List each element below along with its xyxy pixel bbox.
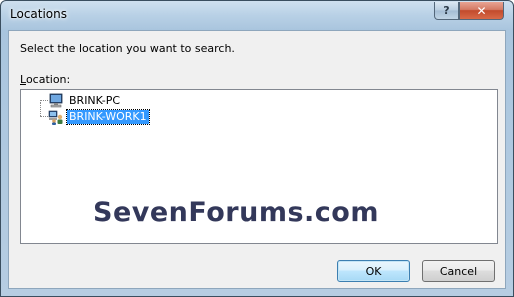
dialog-body: Select the location you want to search. … bbox=[8, 30, 506, 289]
close-button[interactable]: ✕ bbox=[459, 2, 504, 20]
tree-connector bbox=[40, 102, 41, 116]
window-title: Locations bbox=[10, 7, 68, 21]
tree-item-brink-work1[interactable]: BRINK-WORK1 bbox=[48, 109, 150, 125]
workgroup-icon bbox=[48, 110, 63, 125]
computer-icon bbox=[49, 93, 63, 108]
watermark: SevenForums.com bbox=[93, 197, 379, 228]
tree-connector bbox=[40, 100, 48, 101]
tree-item-label: BRINK-WORK1 bbox=[66, 109, 150, 125]
help-button[interactable]: ? bbox=[434, 2, 459, 20]
tree-item-brink-pc[interactable]: BRINK-PC bbox=[48, 93, 122, 109]
title-bar[interactable]: Locations ? ✕ bbox=[1, 1, 513, 30]
instruction-text: Select the location you want to search. bbox=[20, 42, 235, 55]
cancel-button[interactable]: Cancel bbox=[422, 260, 495, 282]
ok-button[interactable]: OK bbox=[337, 260, 410, 282]
location-label-text: ocation: bbox=[25, 73, 71, 86]
locations-dialog: Locations ? ✕ Select the location you wa… bbox=[0, 0, 514, 297]
location-label: Location: bbox=[20, 73, 70, 86]
close-icon: ✕ bbox=[476, 3, 487, 18]
tree-connector bbox=[40, 116, 48, 117]
help-icon: ? bbox=[443, 4, 450, 17]
tree-item-label: BRINK-PC bbox=[69, 94, 121, 107]
